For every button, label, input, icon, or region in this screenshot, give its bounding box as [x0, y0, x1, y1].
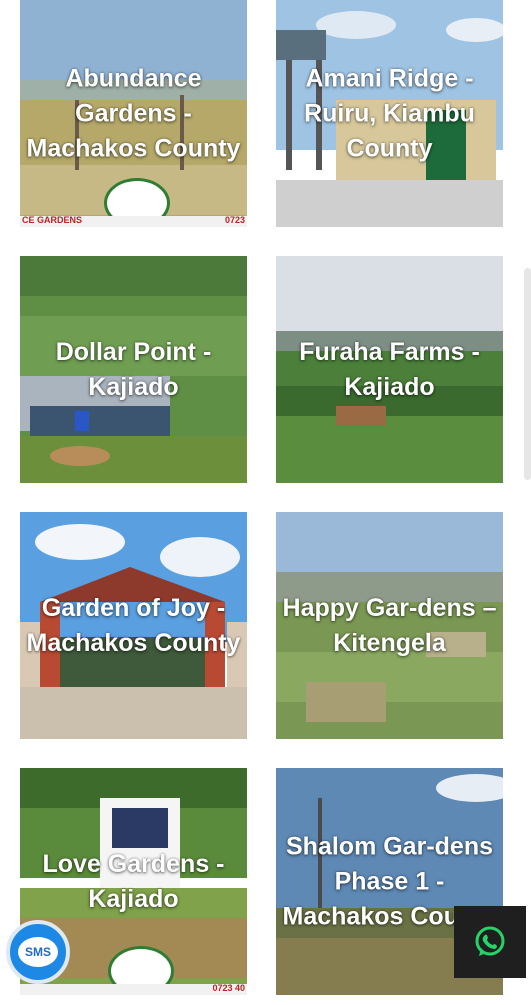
sms-label: SMS	[18, 937, 58, 967]
project-title: Furaha Farms - Kajiado	[299, 337, 480, 401]
whatsapp-icon	[475, 926, 505, 956]
whatsapp-button[interactable]	[454, 906, 526, 978]
project-title: Dollar Point - Kajiado	[55, 337, 212, 401]
project-card-furaha-farms[interactable]: Furaha Farms - Kajiado	[276, 256, 503, 483]
page-scrollbar[interactable]	[524, 268, 531, 480]
card-strip: 0723 40	[20, 983, 247, 995]
project-title: Garden of Joy - Machakos County	[26, 593, 241, 657]
card-strip: CE GARDENS 0723	[20, 215, 247, 227]
project-card-abundance-gardens[interactable]: CE GARDENS 0723 Abundance Gardens - Mach…	[20, 0, 247, 227]
projects-grid: CE GARDENS 0723 Abundance Gardens - Mach…	[0, 0, 531, 1005]
project-card-garden-of-joy[interactable]: Garden of Joy - Machakos County	[20, 512, 247, 739]
project-title: Happy Gar-dens – Kitengela	[282, 593, 497, 657]
project-card-amani-ridge[interactable]: Amani Ridge - Ruiru, Kiambu County	[276, 0, 503, 227]
project-title: Amani Ridge - Ruiru, Kiambu County	[304, 64, 475, 162]
project-title: Love Gardens - Kajiado	[42, 849, 225, 913]
project-card-happy-gardens[interactable]: Happy Gar-dens – Kitengela	[276, 512, 503, 739]
sms-button[interactable]: SMS	[6, 920, 70, 984]
project-title: Abundance Gardens - Machakos County	[26, 64, 241, 162]
project-card-dollar-point[interactable]: Dollar Point - Kajiado	[20, 256, 247, 483]
